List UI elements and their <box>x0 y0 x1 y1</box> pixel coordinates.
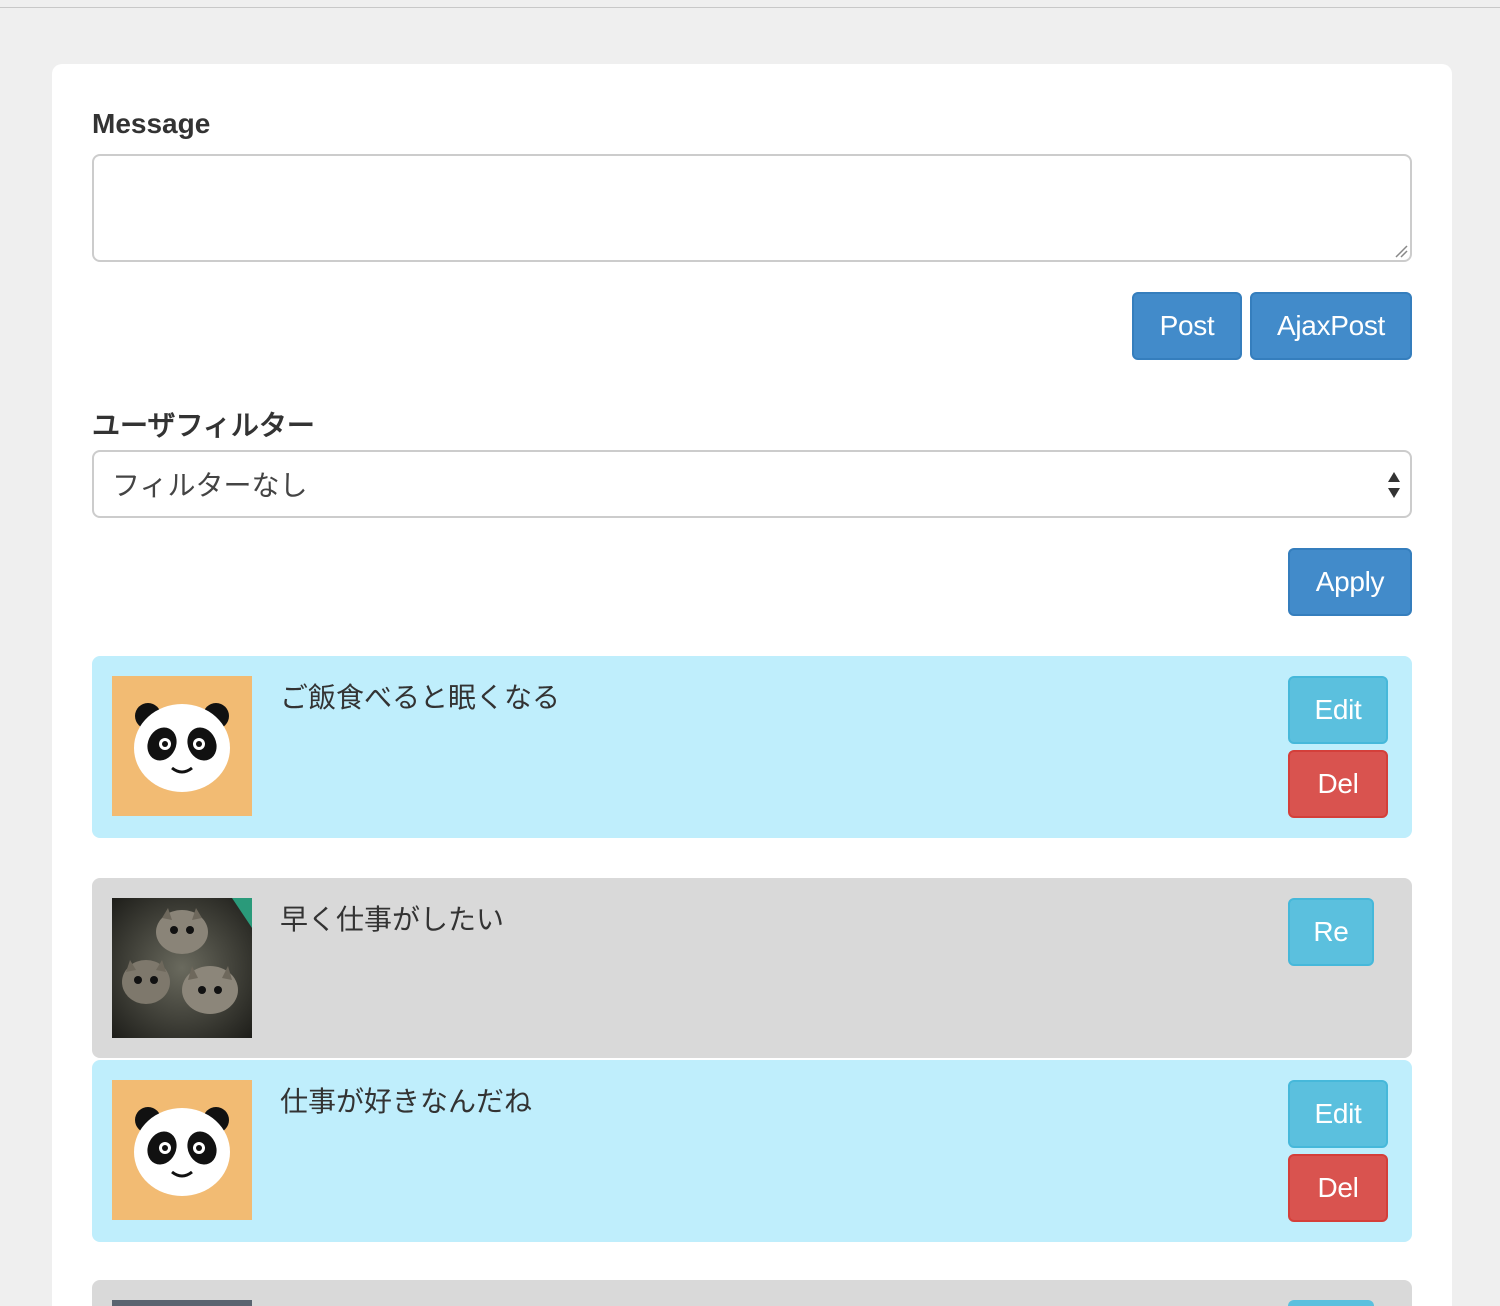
post-item: 早く仕事がしたい Re <box>92 878 1412 1058</box>
delete-button[interactable]: Del <box>1288 1154 1388 1222</box>
apply-button[interactable]: Apply <box>1288 548 1412 616</box>
ajax-post-button[interactable]: AjaxPost <box>1250 292 1412 360</box>
user-filter-selected: フィルターなし <box>112 470 308 501</box>
post-button[interactable]: Post <box>1132 292 1242 360</box>
main-panel: Message Post AjaxPost ユーザフィルター フィルターなし A… <box>52 64 1452 1306</box>
message-textarea[interactable] <box>92 154 1412 262</box>
panda-icon <box>112 1080 252 1220</box>
user-filter-select[interactable]: フィルターなし <box>92 450 1412 518</box>
post-item: 仕事が好きなんだね Edit Del <box>92 1060 1412 1242</box>
user-filter-label: ユーザフィルター <box>92 410 315 441</box>
kittens-photo <box>112 898 252 1038</box>
cat-photo <box>112 1300 252 1306</box>
browser-top-edge <box>0 0 1500 8</box>
post-text: 仕事が好きなんだね <box>280 1086 533 1117</box>
edit-button[interactable]: Edit <box>1288 676 1388 744</box>
post-item: ご飯食べると眠くなる Edit Del <box>92 656 1412 838</box>
post-text: 早く仕事がしたい <box>280 904 505 935</box>
post-item <box>92 1280 1412 1306</box>
reply-button[interactable]: Re <box>1288 898 1374 966</box>
panda-icon <box>112 676 252 816</box>
reply-button[interactable] <box>1288 1300 1374 1306</box>
post-text: ご飯食べると眠くなる <box>280 682 561 713</box>
edit-button[interactable]: Edit <box>1288 1080 1388 1148</box>
message-label: Message <box>92 108 211 139</box>
select-arrows-icon <box>1388 472 1400 498</box>
resize-grip-icon[interactable] <box>1394 244 1408 258</box>
delete-button[interactable]: Del <box>1288 750 1388 818</box>
